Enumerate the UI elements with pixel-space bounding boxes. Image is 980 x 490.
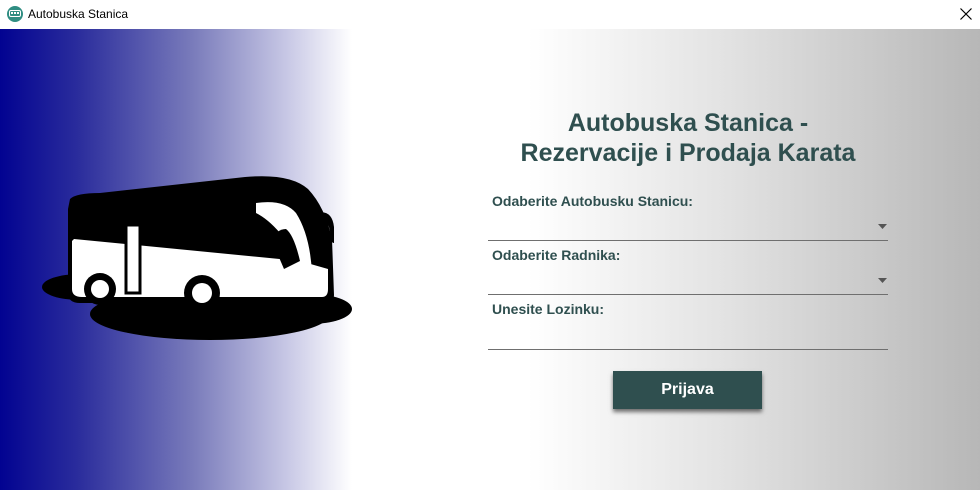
title-bar: Autobuska Stanica [0,0,980,29]
password-label: Unesite Lozinku: [492,301,605,317]
worker-dropdown[interactable] [488,268,888,295]
window-title: Autobuska Stanica [28,7,129,21]
title-line-1: Autobuska Stanica - [567,109,809,137]
chevron-down-icon [878,278,887,283]
password-input[interactable] [488,323,888,349]
password-field[interactable] [488,323,888,350]
bus-icon [7,6,23,22]
login-window-content [0,29,980,490]
title-line-2: Rezervacije i Prodaja Karata [520,139,856,167]
close-button[interactable] [950,0,980,29]
form-panel [352,29,980,490]
station-label: Odaberite Autobusku Stanicu: [492,193,693,209]
bus-silhouette-icon [42,176,352,340]
station-dropdown[interactable] [488,214,888,241]
close-icon [960,8,972,20]
login-button[interactable]: Prijava [613,371,762,409]
chevron-down-icon [878,224,887,229]
worker-label: Odaberite Radnika: [492,247,621,263]
page-title: Autobuska Stanica - Rezervacije i Prodaj… [460,108,916,168]
hero-panel [0,29,352,490]
